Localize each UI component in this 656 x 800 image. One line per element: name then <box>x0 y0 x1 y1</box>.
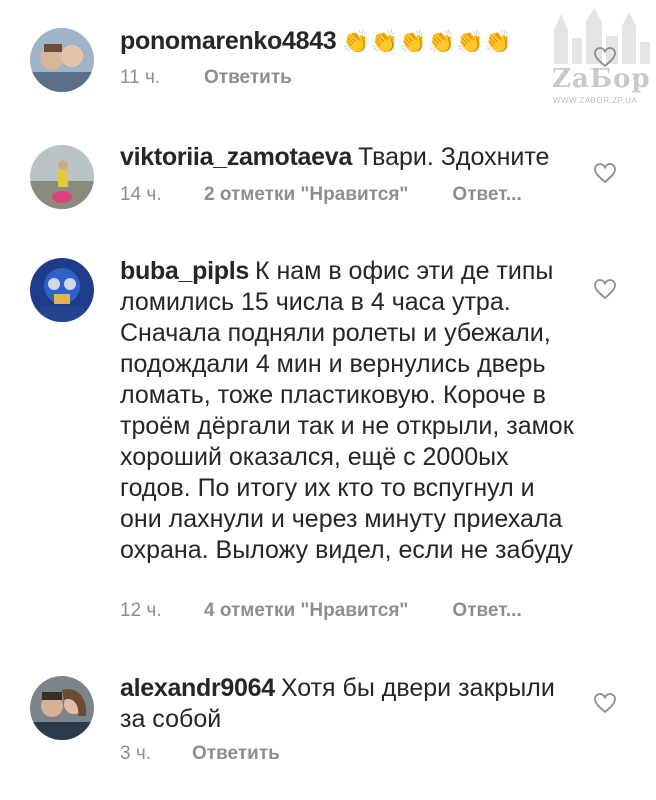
heart-icon[interactable] <box>593 162 617 184</box>
comment-time: 3 ч. <box>120 743 152 764</box>
comment-username[interactable]: ponomarenko4843 <box>120 27 337 55</box>
comment-meta: 12 ч. 4 отметки "Нравится" Ответ... <box>120 600 522 622</box>
watermark-brand: ZaБор <box>552 64 651 94</box>
heart-icon[interactable] <box>593 46 617 68</box>
comment-time: 14 ч. <box>120 184 162 205</box>
avatar[interactable] <box>30 676 94 740</box>
reply-button[interactable]: Ответить <box>192 743 280 764</box>
comment-text-block: viktoriia_zamotaeva Твари. Здохните <box>120 142 580 173</box>
heart-icon[interactable] <box>593 692 617 714</box>
heart-icon[interactable] <box>593 278 617 300</box>
comment-meta: 11 ч. Ответить <box>120 67 292 89</box>
comment-username[interactable]: alexandr9064 <box>120 674 275 702</box>
reply-button[interactable]: Ответить <box>204 67 292 88</box>
likes-count[interactable]: 2 отметки "Нравится" <box>204 184 408 205</box>
comment-text: К нам в офис эти де типы ломились 15 чис… <box>120 257 574 564</box>
comment-meta: 3 ч. Ответить <box>120 743 280 765</box>
avatar[interactable] <box>30 145 94 209</box>
comment-time: 12 ч. <box>120 600 162 621</box>
comment-text: Твари. Здохните <box>357 143 550 171</box>
likes-count[interactable]: 4 отметки "Нравится" <box>204 600 408 621</box>
comment-username[interactable]: viktoriia_zamotaeva <box>120 143 352 171</box>
comment-time: 11 ч. <box>120 67 161 88</box>
watermark-url: WWW.ZABOR.ZP.UA <box>553 96 638 105</box>
avatar[interactable] <box>30 258 94 322</box>
comment-text-block: alexandr9064 Хотя бы двери закрыли за соб… <box>120 673 580 735</box>
avatar[interactable] <box>30 28 94 92</box>
comment-text: 👏👏👏👏👏👏 <box>342 29 513 54</box>
comment-meta: 14 ч. 2 отметки "Нравится" Ответ... <box>120 184 522 206</box>
comment-text-block: buba_pipls К нам в офис эти де типы ломил… <box>120 256 580 566</box>
comment-username[interactable]: buba_pipls <box>120 257 249 285</box>
reply-button[interactable]: Ответ... <box>452 600 521 621</box>
reply-button[interactable]: Ответ... <box>452 184 521 205</box>
comment-text-block: ponomarenko4843 👏👏👏👏👏👏 <box>120 26 580 57</box>
